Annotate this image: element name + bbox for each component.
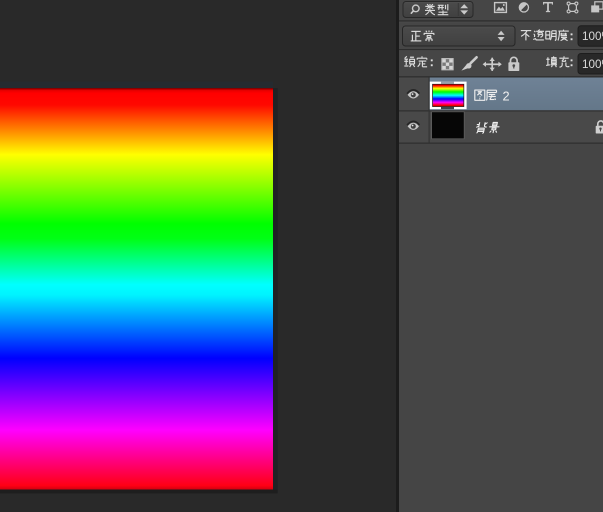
svg-text:100%: 100% (582, 58, 603, 71)
svg-text:100%: 100% (582, 30, 603, 43)
svg-text:2: 2 (503, 89, 510, 104)
